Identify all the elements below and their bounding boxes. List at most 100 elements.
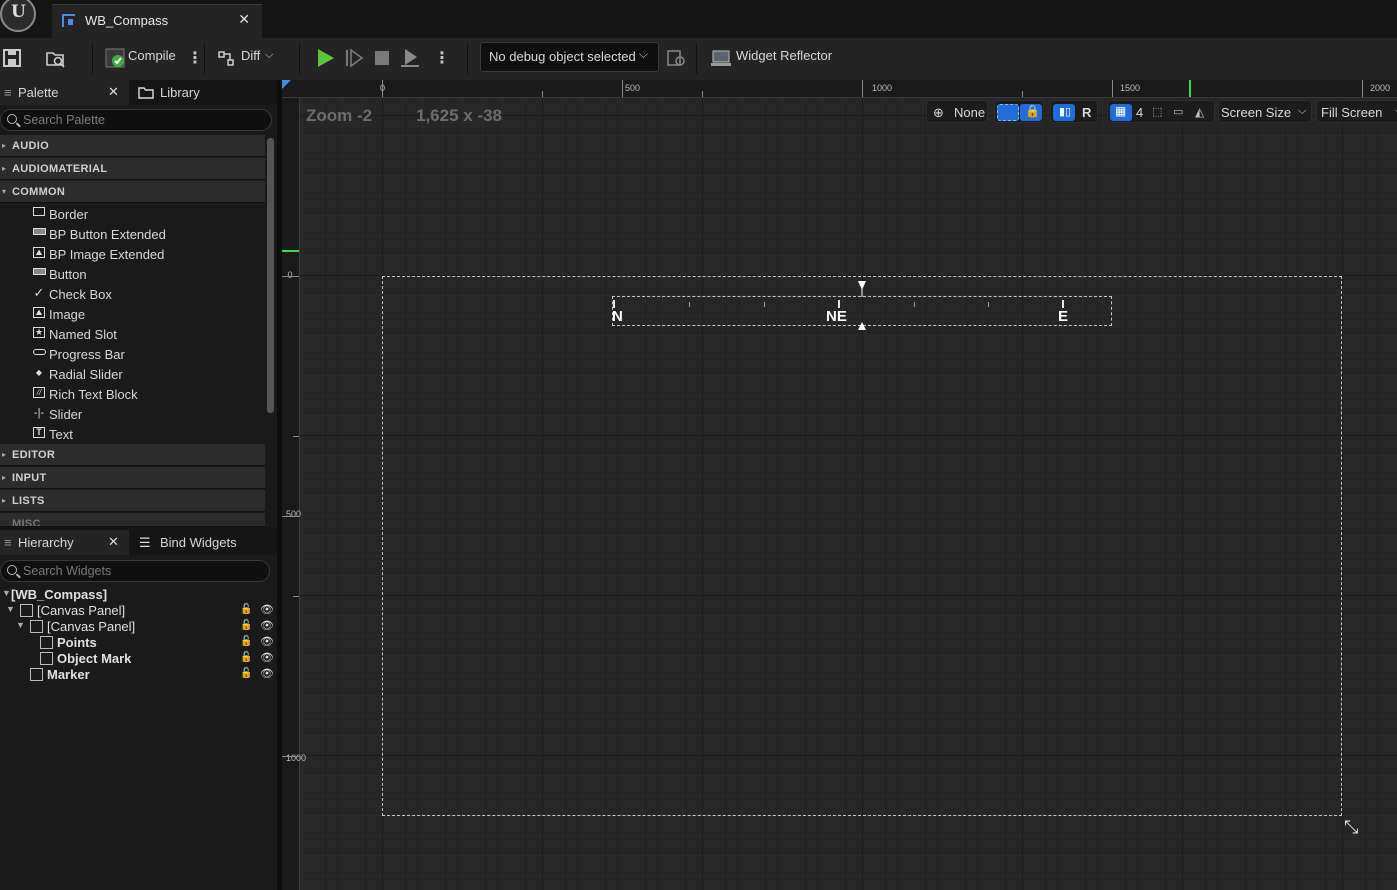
category-editor[interactable]: ▸ EDITOR: [0, 444, 265, 466]
close-hierarchy-icon[interactable]: ✕: [108, 534, 119, 550]
compile-button[interactable]: Compile: [128, 48, 176, 63]
category-lists[interactable]: ▸ LISTS: [0, 490, 265, 512]
widget-reflector-button[interactable]: Widget Reflector: [736, 48, 832, 63]
palette-item-named-slot[interactable]: ★ Named Slot: [0, 324, 265, 344]
unlock-icon[interactable]: 🔓: [240, 636, 252, 647]
palette-item-radial-slider[interactable]: ◆ Radial Slider: [0, 364, 265, 384]
category-misc[interactable]: MISC: [0, 513, 265, 527]
palette-scrollbar[interactable]: [267, 138, 274, 413]
hierarchy-row-points[interactable]: Points 🔓 👁: [0, 635, 277, 651]
layout-icon[interactable]: ▮▯: [1053, 104, 1075, 121]
compass-tick: [689, 302, 690, 307]
unlock-icon[interactable]: 🔓: [240, 620, 252, 631]
play-icon[interactable]: [314, 47, 336, 69]
step-icon[interactable]: [343, 47, 365, 69]
chevron-down-icon: ⌵: [1298, 105, 1307, 117]
debug-object-dropdown[interactable]: No debug object selected ⌵: [480, 42, 659, 72]
ruler-label: 500: [625, 83, 641, 93]
eye-icon[interactable]: 👁: [260, 667, 274, 680]
category-common[interactable]: ▾ COMMON: [0, 181, 265, 203]
screen-size-dropdown[interactable]: Screen Size ⌵: [1218, 100, 1312, 123]
hierarchy-row-root[interactable]: ▼ [WB_Compass]: [0, 587, 277, 603]
palette-item-bp-button-extended[interactable]: BP Button Extended: [0, 224, 265, 244]
toolbar-separator: [696, 44, 697, 74]
browse-icon[interactable]: [44, 47, 66, 69]
palette-item-label: Check Box: [49, 287, 112, 302]
ruler-tick: [1022, 91, 1023, 97]
toolbar-separator: [299, 44, 300, 74]
selection-lock-toggle[interactable]: 🔒: [994, 100, 1044, 123]
tab-hierarchy[interactable]: ≡ Hierarchy ✕: [0, 530, 129, 555]
grid-snap-group[interactable]: ▦ 4 ⬚ ▭ ◭: [1107, 100, 1215, 123]
eye-icon[interactable]: 👁: [260, 619, 274, 632]
palette-item-bp-image-extended[interactable]: ⛰ BP Image Extended: [0, 244, 265, 264]
tab-library[interactable]: Library: [131, 80, 277, 105]
toolbar-separator: [204, 44, 205, 74]
cursor-icon[interactable]: ⬚: [1152, 105, 1162, 118]
palette-item-image[interactable]: ⛰ Image: [0, 304, 265, 324]
respect-lock-toggle[interactable]: ▮▯ R: [1050, 100, 1098, 123]
diff-button[interactable]: Diff: [241, 48, 260, 63]
localization-preview-button[interactable]: ⊕ None: [926, 100, 988, 123]
palette-item-text[interactable]: T Text: [0, 424, 265, 444]
hierarchy-row-canvas-panel[interactable]: ▼ [Canvas Panel] 🔓 👁: [0, 603, 277, 619]
marker-pointer-up-icon[interactable]: [856, 321, 868, 331]
mirror-icon[interactable]: ◭: [1195, 105, 1204, 119]
hierarchy-row-object-mark[interactable]: Object Mark 🔓 👁: [0, 651, 277, 667]
hierarchy-row-label: [Canvas Panel]: [47, 619, 136, 634]
tab-bind-widgets[interactable]: ☰ Bind Widgets: [131, 530, 277, 555]
compile-options-icon[interactable]: ⋮: [187, 48, 203, 68]
r-button[interactable]: R: [1082, 105, 1091, 120]
palette-item-slider[interactable]: -|- Slider: [0, 404, 265, 424]
palette-search[interactable]: [0, 109, 272, 131]
palette-item-button[interactable]: Button: [0, 264, 265, 284]
palette-item-check-box[interactable]: ✓ Check Box: [0, 284, 265, 304]
hierarchy-search-input[interactable]: [23, 563, 263, 579]
eye-icon[interactable]: 👁: [260, 651, 274, 664]
hierarchy-row-marker[interactable]: Marker 🔓 👁: [0, 667, 277, 683]
fill-screen-dropdown[interactable]: Fill Screen ⌵: [1316, 100, 1397, 123]
eye-icon[interactable]: 👁: [260, 635, 274, 648]
diff-icon: [218, 51, 234, 66]
eye-icon[interactable]: 👁: [260, 603, 274, 616]
palette-item-progress-bar[interactable]: Progress Bar: [0, 344, 265, 364]
play-options-icon[interactable]: ⋮: [434, 48, 450, 68]
unlock-icon[interactable]: 🔓: [240, 604, 252, 615]
grid-icon[interactable]: ▦: [1110, 104, 1132, 121]
designer-canvas[interactable]: 0 500 1000 1500 2000 0 500 1000 Zoom -2 …: [282, 80, 1397, 890]
close-palette-icon[interactable]: ✕: [108, 84, 119, 100]
hierarchy-row-canvas-panel-child[interactable]: ▼ [Canvas Panel] 🔓 👁: [0, 619, 277, 635]
unlock-icon[interactable]: 🔓: [240, 668, 252, 679]
globe-icon: ⊕: [933, 105, 944, 120]
hierarchy-search[interactable]: [0, 560, 270, 582]
category-audio[interactable]: ▸ AUDIO: [0, 135, 265, 157]
diff-chevron-down-icon[interactable]: ⌵: [265, 49, 273, 62]
category-input[interactable]: ▸ INPUT: [0, 467, 265, 489]
eject-icon[interactable]: [399, 47, 421, 69]
palette-item-rich-text-block[interactable]: // Rich Text Block: [0, 384, 265, 404]
image-preview-icon[interactable]: ▭: [1173, 105, 1183, 118]
close-tab-icon[interactable]: ✕: [238, 11, 250, 28]
palette-item-border[interactable]: Border: [0, 204, 265, 224]
lock-icon[interactable]: 🔒: [1020, 104, 1042, 121]
palette-item-label: Border: [49, 207, 89, 222]
widget-blueprint-icon: [62, 14, 75, 27]
unlock-icon[interactable]: 🔓: [240, 652, 252, 663]
unreal-logo-icon[interactable]: U: [0, 0, 36, 32]
category-audiomaterial[interactable]: ▸ AUDIOMATERIAL: [0, 158, 265, 180]
search-icon: [7, 565, 17, 575]
marker-pointer-down-icon[interactable]: [856, 280, 868, 298]
canvas-panel-icon: [20, 604, 33, 617]
image-icon: [40, 636, 53, 649]
stop-icon[interactable]: [371, 47, 393, 69]
tab-palette[interactable]: ≡ Palette ✕: [0, 80, 129, 105]
grid-size-value[interactable]: 4: [1136, 105, 1143, 120]
save-icon[interactable]: [2, 47, 24, 69]
resize-handle-icon[interactable]: ⤡: [1344, 817, 1358, 838]
select-icon[interactable]: [997, 104, 1019, 121]
document-tab[interactable]: WB_Compass ✕: [52, 4, 262, 38]
canvas-panel-bounds[interactable]: [382, 276, 1342, 816]
palette-search-input[interactable]: [23, 112, 263, 128]
find-debug-object-icon[interactable]: [665, 47, 687, 69]
image-icon: ⛰: [32, 307, 46, 320]
